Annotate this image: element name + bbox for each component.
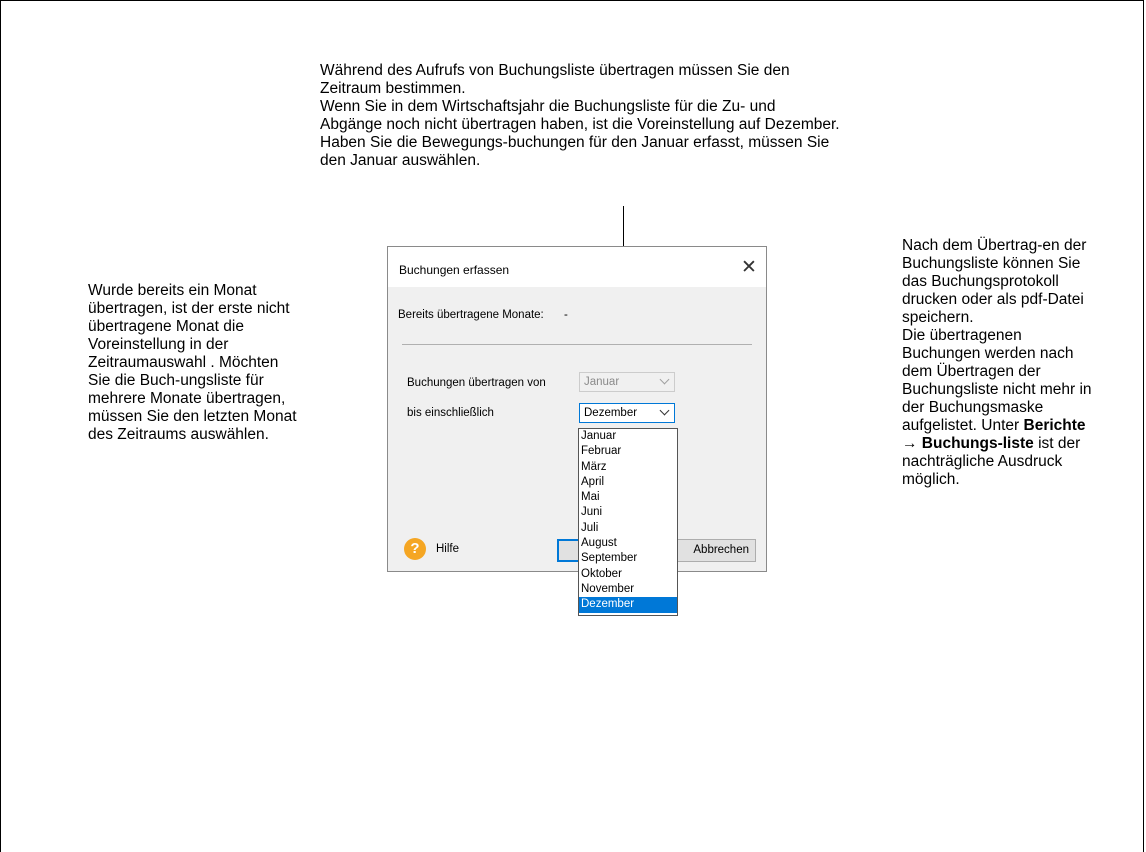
month-option[interactable]: November bbox=[579, 582, 677, 597]
close-icon[interactable]: ✕ bbox=[738, 257, 760, 279]
cancel-button[interactable]: Abbrechen bbox=[674, 539, 756, 562]
dialog-titlebar: Buchungen erfassen ✕ bbox=[388, 247, 766, 287]
month-option[interactable]: Mai bbox=[579, 490, 677, 505]
chevron-down-icon bbox=[659, 405, 670, 416]
chevron-down-icon bbox=[659, 374, 670, 385]
annotation-right: Nach dem Übertrag-en der Buchungsliste k… bbox=[902, 237, 1102, 489]
month-dropdown-list[interactable]: Januar Februar März April Mai Juni Juli … bbox=[578, 428, 678, 616]
from-month-select[interactable]: Januar bbox=[579, 372, 675, 392]
month-option[interactable]: April bbox=[579, 475, 677, 490]
from-month-label: Buchungen übertragen von bbox=[407, 377, 546, 389]
month-option[interactable]: Juni bbox=[579, 505, 677, 520]
month-option[interactable]: Oktober bbox=[579, 567, 677, 582]
annotation-left: Wurde bereits ein Monat übertragen, ist … bbox=[88, 282, 297, 443]
already-transferred-value: - bbox=[564, 309, 568, 321]
already-transferred-label: Bereits übertragene Monate: bbox=[398, 309, 544, 321]
month-option[interactable]: März bbox=[579, 460, 677, 475]
month-option[interactable]: Januar bbox=[579, 429, 677, 444]
from-month-value: Januar bbox=[584, 376, 620, 388]
booking-dialog: Buchungen erfassen ✕ Bereits übertragene… bbox=[387, 246, 767, 572]
to-month-select[interactable]: Dezember bbox=[579, 403, 675, 423]
annotation-right-text: Nach dem Übertrag-en der Buchungsliste k… bbox=[902, 237, 1092, 434]
month-option-selected[interactable]: Dezember bbox=[579, 597, 677, 613]
to-month-value: Dezember bbox=[584, 407, 638, 419]
month-option[interactable]: September bbox=[579, 551, 677, 566]
to-month-label: bis einschließlich bbox=[407, 407, 494, 419]
help-icon[interactable]: ? bbox=[404, 538, 426, 560]
help-label[interactable]: Hilfe bbox=[436, 543, 459, 555]
month-option[interactable]: August bbox=[579, 536, 677, 551]
separator bbox=[402, 344, 752, 345]
annotation-top: Während des Aufrufs von Buchungsliste üb… bbox=[320, 62, 840, 169]
month-option[interactable]: Juli bbox=[579, 521, 677, 536]
month-option[interactable]: Februar bbox=[579, 444, 677, 459]
dialog-title: Buchungen erfassen bbox=[399, 263, 510, 277]
